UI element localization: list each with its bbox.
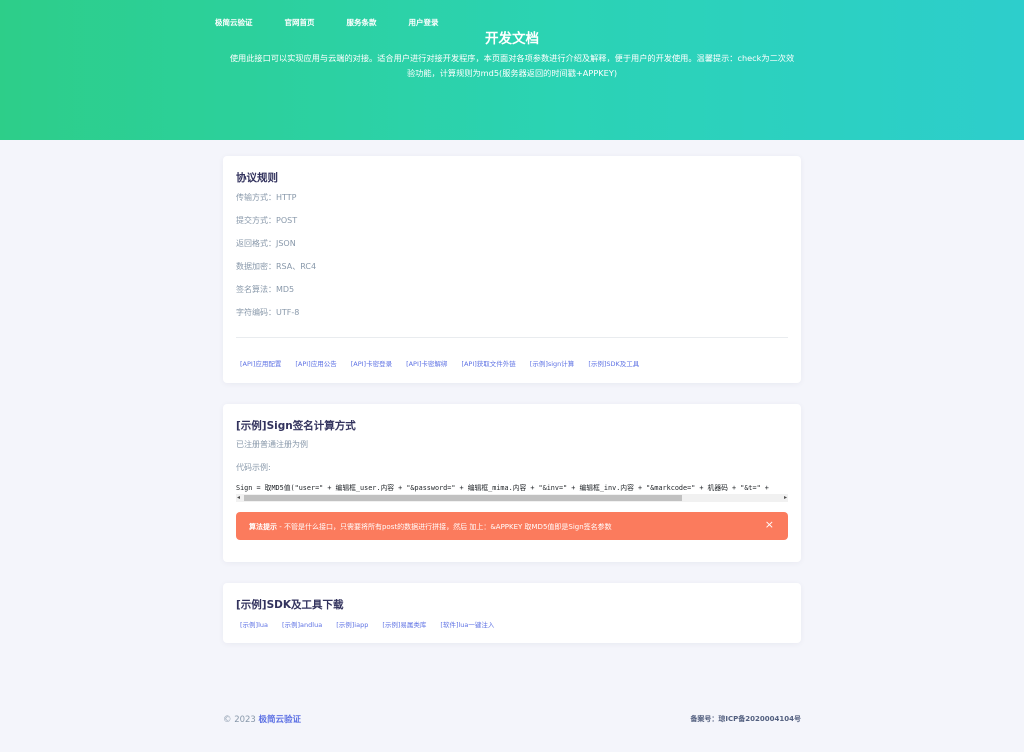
link-sdk-lua-inject[interactable]: [软件]lua一键注入	[440, 619, 494, 629]
protocol-row: 传输方式：HTTP	[236, 193, 297, 202]
alert-body: - 不管是什么接口，只需要将所有post的数据进行拼接，然后 加上：&APPKE…	[277, 523, 612, 531]
algorithm-alert: 算法提示 - 不管是什么接口，只需要将所有post的数据进行拼接，然后 加上：&…	[236, 512, 788, 540]
link-sdk-lua[interactable]: [示例]lua	[240, 619, 268, 629]
sdk-card: [示例]SDK及工具下载 [示例]lua [示例]andlua [示例]iapp…	[223, 583, 801, 643]
sdk-title: [示例]SDK及工具下载	[236, 599, 344, 611]
copyright-text: © 2023	[223, 715, 256, 725]
protocol-row: 提交方式：POST	[236, 216, 298, 225]
link-example-sdk[interactable]: [示例]SDK及工具	[588, 358, 639, 368]
card-divider	[236, 337, 788, 338]
protocol-row: 签名算法：MD5	[236, 285, 295, 294]
link-sdk-andlua[interactable]: [示例]andlua	[282, 619, 322, 629]
sign-card: [示例]Sign签名计算方式 已注册普通注册为例 代码示例: Sign = 取M…	[223, 404, 801, 562]
close-icon[interactable]: ×	[765, 519, 774, 531]
protocol-row: 数据加密：RSA、RC4	[236, 262, 317, 271]
scroll-thumb[interactable]	[244, 495, 682, 501]
page-title: 开发文档	[485, 31, 539, 47]
page-description: 使用此接口可以实现应用与云端的对接。适合用户进行对接开发程序，本页面对各项参数进…	[212, 51, 812, 81]
link-api-app-notice[interactable]: [API]应用公告	[295, 358, 336, 368]
link-example-sign[interactable]: [示例]sign计算	[530, 358, 575, 368]
sdk-links: [示例]lua [示例]andlua [示例]iapp [示例]易属类库 [软件…	[240, 619, 508, 629]
alert-message: 算法提示 - 不管是什么接口，只需要将所有post的数据进行拼接，然后 加上：&…	[249, 522, 612, 532]
code-scrollbar[interactable]: ◂ ▸	[236, 494, 788, 502]
api-links: [API]应用配置 [API]应用公告 [API]卡密登录 [API]卡密解绑 …	[240, 358, 653, 368]
scroll-right-icon[interactable]: ▸	[784, 494, 787, 502]
link-api-file-link[interactable]: [API]获取文件外链	[461, 358, 515, 368]
code-text: Sign = 取MD5值("user=" + 编辑框_user.内容 + "&p…	[236, 484, 769, 492]
protocol-row: 返回格式：JSON	[236, 239, 296, 248]
hero-banner: 极简云验证 官网首页 服务条款 用户登录 开发文档 使用此接口可以实现应用与云端…	[0, 0, 1024, 140]
link-api-card-login[interactable]: [API]卡密登录	[351, 358, 392, 368]
sign-subtitle: 已注册普通注册为例	[236, 440, 308, 449]
protocol-title: 协议规则	[236, 172, 278, 184]
footer-copyright: © 2023 极简云验证	[223, 713, 301, 725]
description-line-1: 使用此接口可以实现应用与云端的对接。适合用户进行对接开发程序，本页面对各项参数进…	[229, 53, 795, 63]
protocol-row: 字符编码：UTF-8	[236, 308, 300, 317]
sign-title: [示例]Sign签名计算方式	[236, 420, 356, 432]
alert-strong: 算法提示	[249, 523, 277, 531]
link-api-card-unbind[interactable]: [API]卡密解绑	[406, 358, 447, 368]
protocol-card: 协议规则 传输方式：HTTP 提交方式：POST 返回格式：JSON 数据加密：…	[223, 156, 801, 383]
link-api-app-config[interactable]: [API]应用配置	[240, 358, 281, 368]
scroll-left-icon[interactable]: ◂	[237, 494, 240, 502]
description-line-2: 验功能，计算规则为md5(服务器返回的时间戳+APPKEY)	[406, 68, 618, 78]
code-label: 代码示例:	[236, 463, 271, 472]
link-sdk-yi[interactable]: [示例]易属类库	[382, 619, 426, 629]
footer-icp[interactable]: 备案号：琼ICP备2020004104号	[690, 714, 801, 724]
footer-brand-link[interactable]: 极简云验证	[259, 715, 302, 725]
link-sdk-iapp[interactable]: [示例]iapp	[336, 619, 368, 629]
